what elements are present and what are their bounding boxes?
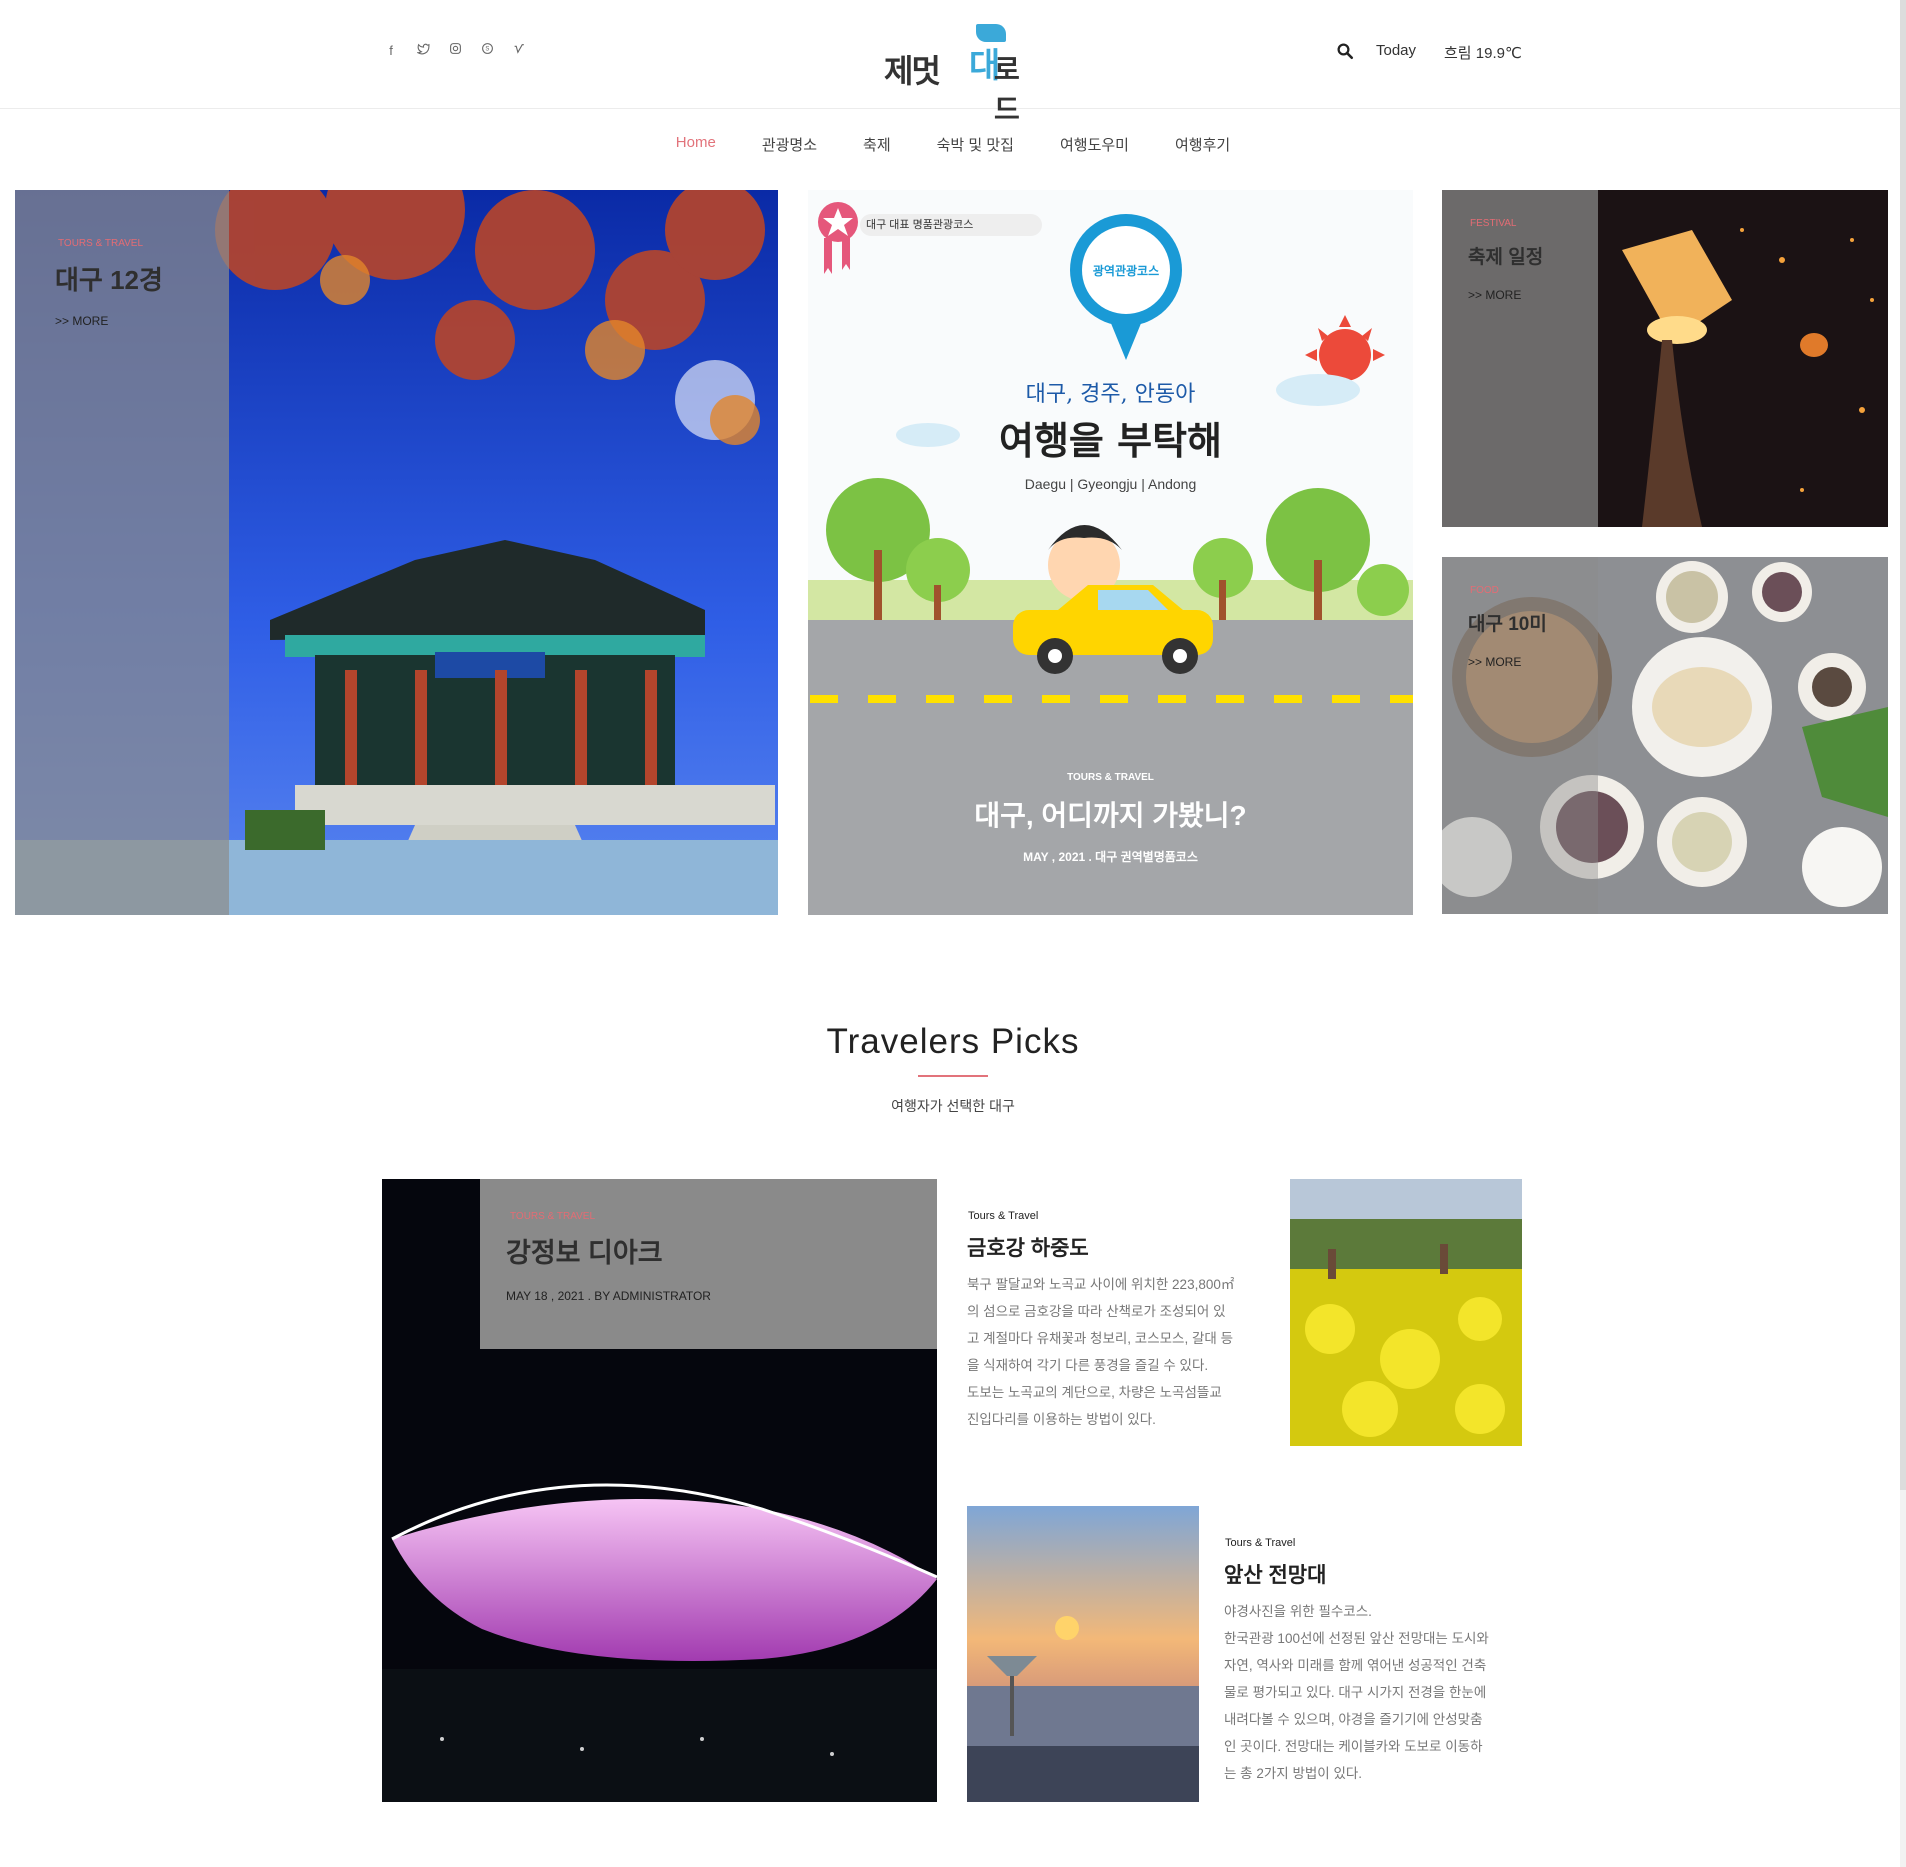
- social-links: f S: [382, 42, 528, 60]
- scrollbar-track[interactable]: [1900, 0, 1906, 1867]
- item-description: 야경사진을 위한 필수코스. 한국관광 100선에 선정된 앞산 전망대는 도시…: [1224, 1598, 1524, 1787]
- hero-right-top-overlay: [1442, 190, 1598, 527]
- nav-festival[interactable]: 축제: [863, 134, 891, 160]
- headline-subline: Daegu | Gyeongju | Andong: [1024, 476, 1197, 492]
- more-link[interactable]: >> MORE: [1468, 655, 1521, 669]
- feature-meta: MAY 18 , 2021 . BY ADMINISTRATOR: [506, 1289, 711, 1303]
- item-description: 북구 팔달교와 노곡교 사이에 위치한 223,800㎡ 의 섬으로 금호강을 …: [967, 1271, 1267, 1433]
- apsan-observatory-image[interactable]: [967, 1506, 1199, 1802]
- more-link[interactable]: >> MORE: [55, 314, 108, 328]
- hero-right-bottom-tile[interactable]: FOOD 대구 10미 >> MORE: [1442, 557, 1888, 914]
- hero-center-tile[interactable]: 대구 대표 명품관광코스 광역관광코스 대구, 경주, 안동아 여행을 부탁해 …: [808, 190, 1413, 915]
- site-logo[interactable]: 제멋 대 로드: [884, 18, 1024, 126]
- nav-home[interactable]: Home: [676, 134, 716, 160]
- tile-title[interactable]: 대구 10미: [1468, 609, 1547, 636]
- scrollbar-thumb[interactable]: [1900, 0, 1906, 1490]
- facebook-icon[interactable]: f: [382, 42, 400, 60]
- vimeo-icon[interactable]: [510, 42, 528, 60]
- item-title[interactable]: 금호강 하중도: [967, 1232, 1089, 1262]
- headline-2: 여행을 부탁해: [999, 418, 1222, 463]
- section-subtitle: 여행자가 선택한 대구: [891, 1098, 1015, 1114]
- nav-attractions[interactable]: 관광명소: [762, 134, 817, 160]
- course-badge: 대구 대표 명품관광코스: [866, 219, 974, 231]
- skype-icon[interactable]: S: [478, 42, 496, 60]
- hero-left-tile[interactable]: TOURS & TRAVEL 대구 12경 >> MORE: [15, 190, 778, 915]
- nav-travel-helper[interactable]: 여행도우미: [1060, 134, 1129, 160]
- twitter-icon[interactable]: [414, 42, 432, 60]
- nav-stay-food[interactable]: 숙박 및 맛집: [937, 134, 1014, 160]
- description-line: 을 식재하여 각기 다른 풍경을 즐길 수 있다.: [967, 1358, 1209, 1373]
- item-category: Tours & Travel: [968, 1210, 1039, 1222]
- logo-text-3: 로드: [994, 53, 1020, 126]
- category-label: TOURS & TRAVEL: [1067, 772, 1154, 783]
- description-line: 는 총 2가지 방법이 있다.: [1224, 1766, 1363, 1781]
- search-icon[interactable]: [1336, 42, 1358, 64]
- description-line: 인 곳이다. 전망대는 케이블카와 도보로 이동하: [1224, 1739, 1483, 1754]
- canola-field-image[interactable]: [1290, 1179, 1522, 1446]
- category-label: TOURS & TRAVEL: [510, 1211, 596, 1222]
- description-line: 진입다리를 이용하는 방법이 있다.: [967, 1412, 1156, 1427]
- description-line: 한국관광 100선에 선정된 앞산 전망대는 도시와: [1224, 1631, 1489, 1646]
- today-label: Today: [1376, 42, 1417, 59]
- section-divider: [918, 1075, 988, 1077]
- pin-label: 광역관광코스: [1092, 264, 1160, 278]
- weather-text: 흐림 19.9℃: [1444, 45, 1522, 62]
- description-line: 물로 평가되고 있다. 대구 시가지 전경을 한눈에: [1224, 1685, 1487, 1700]
- category-label: FOOD: [1470, 585, 1499, 596]
- tile-title[interactable]: 대구 12경: [55, 260, 163, 297]
- item-category: Tours & Travel: [1225, 1537, 1296, 1549]
- hero-right-top-tile[interactable]: FESTIVAL 축제 일정 >> MORE: [1442, 190, 1888, 527]
- more-link[interactable]: >> MORE: [1468, 288, 1521, 302]
- description-line: 의 섬으로 금호강을 따라 산책로가 조성되어 있: [967, 1304, 1226, 1319]
- description-line: 내려다볼 수 있으며, 야경을 즐기기에 안성맞춤: [1224, 1712, 1483, 1727]
- nav-reviews[interactable]: 여행후기: [1175, 134, 1230, 160]
- feature-pick-card[interactable]: TOURS & TRAVEL 강정보 디아크 MAY 18 , 2021 . B…: [382, 1179, 937, 1802]
- hero-left-overlay: [15, 190, 229, 915]
- instagram-icon[interactable]: [446, 42, 464, 60]
- description-line: 북구 팔달교와 노곡교 사이에 위치한 223,800㎡: [967, 1277, 1235, 1292]
- description-line: 야경사진을 위한 필수코스.: [1224, 1604, 1372, 1619]
- description-line: 도보는 노곡교의 계단으로, 차량은 노곡섬뜰교: [967, 1385, 1222, 1400]
- description-line: 자연, 역사와 미래를 함께 엮어낸 성공적인 건축: [1224, 1658, 1487, 1673]
- category-label: FESTIVAL: [1470, 218, 1517, 229]
- tile-title[interactable]: 축제 일정: [1468, 242, 1543, 269]
- description-line: 고 계절마다 유채꽃과 청보리, 코스모스, 갈대 등: [967, 1331, 1233, 1346]
- section-title: Travelers Picks: [826, 1022, 1080, 1061]
- category-label: TOURS & TRAVEL: [58, 238, 144, 249]
- main-nav: Home 관광명소 축제 숙박 및 맛집 여행도우미 여행후기: [0, 134, 1906, 160]
- tile-title[interactable]: 대구, 어디까지 가봤니?: [808, 794, 1413, 834]
- item-title[interactable]: 앞산 전망대: [1224, 1559, 1326, 1589]
- svg-text:S: S: [485, 47, 489, 53]
- headline-1: 대구, 경주, 안동아: [1025, 382, 1196, 407]
- logo-text-1: 제멋: [884, 52, 941, 90]
- feature-title[interactable]: 강정보 디아크: [506, 1231, 663, 1270]
- tile-meta: MAY , 2021 . 대구 권역별명품코스: [1023, 850, 1198, 864]
